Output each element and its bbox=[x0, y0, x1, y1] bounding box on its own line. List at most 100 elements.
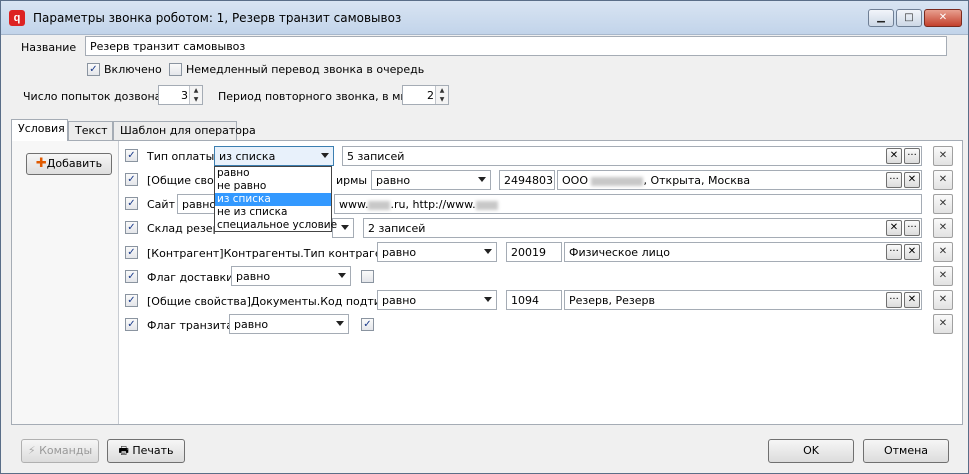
window-title: Параметры звонка роботом: 1, Резерв тран… bbox=[33, 11, 402, 25]
chevron-down-icon bbox=[321, 153, 329, 158]
period-label: Период повторного звонка, в мин bbox=[218, 90, 415, 103]
commands-button[interactable]: ⚡ Команды bbox=[21, 439, 99, 463]
condition-7-code[interactable]: 1094 bbox=[506, 290, 562, 310]
condition-2-ellipsis-button[interactable]: ··· bbox=[886, 172, 902, 188]
dropdown-option-not-equals[interactable]: не равно bbox=[215, 180, 331, 193]
condition-6-operator-value: равно bbox=[236, 270, 271, 283]
condition-5-label: [Контрагент]Контрагенты.Тип контрагента bbox=[147, 247, 402, 260]
condition-7-operator[interactable]: равно bbox=[377, 290, 497, 310]
dropdown-option-not-in-list[interactable]: не из списка bbox=[215, 206, 331, 219]
condition-5-checkbox[interactable]: ✓ bbox=[125, 246, 138, 259]
condition-3-value[interactable]: www. .ru, http://www. bbox=[334, 194, 922, 214]
print-button[interactable]: 🖶 Печать bbox=[107, 439, 185, 463]
cancel-button[interactable]: Отмена bbox=[863, 439, 949, 463]
condition-3-delete-button[interactable]: ✕ bbox=[933, 194, 953, 214]
condition-2-operator[interactable]: равно bbox=[371, 170, 491, 190]
print-label: Печать bbox=[132, 444, 174, 457]
chevron-down-icon bbox=[338, 273, 346, 278]
condition-5-ellipsis-button[interactable]: ··· bbox=[886, 244, 902, 260]
dropdown-option-in-list[interactable]: из списка bbox=[215, 193, 331, 206]
condition-2-delete-button[interactable]: ✕ bbox=[933, 170, 953, 190]
close-button[interactable]: ✕ bbox=[924, 9, 962, 27]
condition-4-value[interactable]: 2 записей bbox=[363, 218, 922, 238]
maximize-button[interactable]: □ bbox=[896, 9, 922, 27]
condition-8-label: Флаг транзита bbox=[147, 319, 233, 332]
chevron-down-icon bbox=[336, 321, 344, 326]
condition-1-clear-button[interactable]: ✕ bbox=[886, 148, 902, 164]
condition-2-checkbox[interactable]: ✓ bbox=[125, 173, 138, 186]
condition-6-operator[interactable]: равно bbox=[231, 266, 351, 286]
condition-7-value[interactable]: Резерв, Резерв bbox=[564, 290, 922, 310]
spinner-arrows-icon[interactable]: ▲ ▼ bbox=[435, 86, 448, 104]
tab-conditions[interactable]: Условия bbox=[11, 119, 68, 141]
period-spinner[interactable]: 2 ▲ ▼ bbox=[402, 85, 449, 105]
condition-7-ellipsis-button[interactable]: ··· bbox=[886, 292, 902, 308]
condition-5-code[interactable]: 20019 bbox=[506, 242, 562, 262]
ok-button[interactable]: OK bbox=[768, 439, 854, 463]
condition-4-clear-button[interactable]: ✕ bbox=[886, 220, 902, 236]
condition-8-operator[interactable]: равно bbox=[229, 314, 349, 334]
condition-6-checkbox[interactable]: ✓ bbox=[125, 270, 138, 283]
chevron-down-icon bbox=[478, 177, 486, 182]
condition-3-checkbox[interactable]: ✓ bbox=[125, 197, 138, 210]
chevron-down-icon bbox=[341, 225, 349, 230]
tab-operator-template[interactable]: Шаблон для оператора bbox=[113, 121, 256, 140]
condition-7-delete-button[interactable]: ✕ bbox=[933, 290, 953, 310]
condition-3-label: Сайт bbox=[147, 198, 175, 211]
condition-4-delete-button[interactable]: ✕ bbox=[933, 218, 953, 238]
printer-icon: 🖶 bbox=[118, 444, 129, 457]
chevron-down-icon bbox=[484, 249, 492, 254]
condition-5-operator[interactable]: равно bbox=[377, 242, 497, 262]
condition-5-clear-button[interactable]: ✕ bbox=[904, 244, 920, 260]
condition-7-checkbox[interactable]: ✓ bbox=[125, 294, 138, 307]
condition-3-value-prefix: www. bbox=[339, 198, 369, 211]
tab-text[interactable]: Текст bbox=[68, 121, 113, 140]
attempts-spinner[interactable]: 3 ▲ ▼ bbox=[158, 85, 203, 105]
condition-2-clear-button[interactable]: ✕ bbox=[904, 172, 920, 188]
condition-6-delete-button[interactable]: ✕ bbox=[933, 266, 953, 286]
enabled-checkbox[interactable]: ✓ bbox=[87, 63, 100, 76]
condition-1-label: Тип оплаты bbox=[147, 150, 215, 163]
title-bar: q Параметры звонка роботом: 1, Резерв тр… bbox=[1, 1, 968, 35]
dropdown-option-equals[interactable]: равно bbox=[215, 167, 331, 180]
immediate-transfer-label: Немедленный перевод звонка в очередь bbox=[186, 63, 425, 76]
condition-8-operator-value: равно bbox=[234, 318, 269, 331]
condition-2-value-prefix: ООО bbox=[562, 174, 588, 187]
spinner-arrows-icon[interactable]: ▲ ▼ bbox=[189, 86, 202, 104]
condition-8-checkbox[interactable]: ✓ bbox=[125, 318, 138, 331]
commands-label: Команды bbox=[39, 444, 93, 457]
add-condition-button[interactable]: ✚Добавить bbox=[26, 153, 112, 175]
condition-3-operator-value: равно bbox=[182, 198, 217, 211]
condition-3-operator[interactable]: равно bbox=[177, 194, 217, 214]
condition-8-delete-button[interactable]: ✕ bbox=[933, 314, 953, 334]
condition-1-checkbox[interactable]: ✓ bbox=[125, 149, 138, 162]
condition-1-operator[interactable]: из списка bbox=[214, 146, 334, 166]
condition-5-value[interactable]: Физическое лицо bbox=[564, 242, 922, 262]
lightning-icon: ⚡ bbox=[27, 444, 36, 457]
name-label: Название bbox=[21, 41, 77, 54]
condition-6-value-checkbox[interactable] bbox=[361, 270, 374, 283]
condition-8-value-checkbox[interactable]: ✓ bbox=[361, 318, 374, 331]
condition-2-value-suffix: , Открыта, Москва bbox=[643, 174, 751, 187]
condition-7-operator-value: равно bbox=[382, 294, 417, 307]
condition-7-clear-button[interactable]: ✕ bbox=[904, 292, 920, 308]
condition-1-value[interactable]: 5 записей bbox=[342, 146, 922, 166]
dropdown-option-special-condition[interactable]: специальное условие bbox=[215, 219, 337, 232]
condition-2-value[interactable]: ООО , Открыта, Москва bbox=[557, 170, 922, 190]
condition-1-delete-button[interactable]: ✕ bbox=[933, 146, 953, 166]
condition-2-code[interactable]: 2494803 bbox=[499, 170, 555, 190]
condition-2-operator-value: равно bbox=[376, 174, 411, 187]
condition-5-operator-value: равно bbox=[382, 246, 417, 259]
minimize-button[interactable]: ▁ bbox=[868, 9, 894, 27]
condition-1-ellipsis-button[interactable]: ··· bbox=[904, 148, 920, 164]
app-icon: q bbox=[9, 10, 25, 26]
condition-3-value-mid: .ru, http://www. bbox=[390, 198, 476, 211]
immediate-transfer-checkbox[interactable] bbox=[169, 63, 182, 76]
name-input[interactable]: Резерв транзит самовывоз bbox=[85, 36, 947, 56]
condition-4-ellipsis-button[interactable]: ··· bbox=[904, 220, 920, 236]
condition-2-label-tail: ирмы bbox=[336, 174, 368, 187]
attempts-label: Число попыток дозвона bbox=[23, 90, 162, 103]
operator-dropdown-list: равно не равно из списка не из списка сп… bbox=[214, 166, 337, 232]
condition-5-delete-button[interactable]: ✕ bbox=[933, 242, 953, 262]
condition-4-checkbox[interactable]: ✓ bbox=[125, 221, 138, 234]
